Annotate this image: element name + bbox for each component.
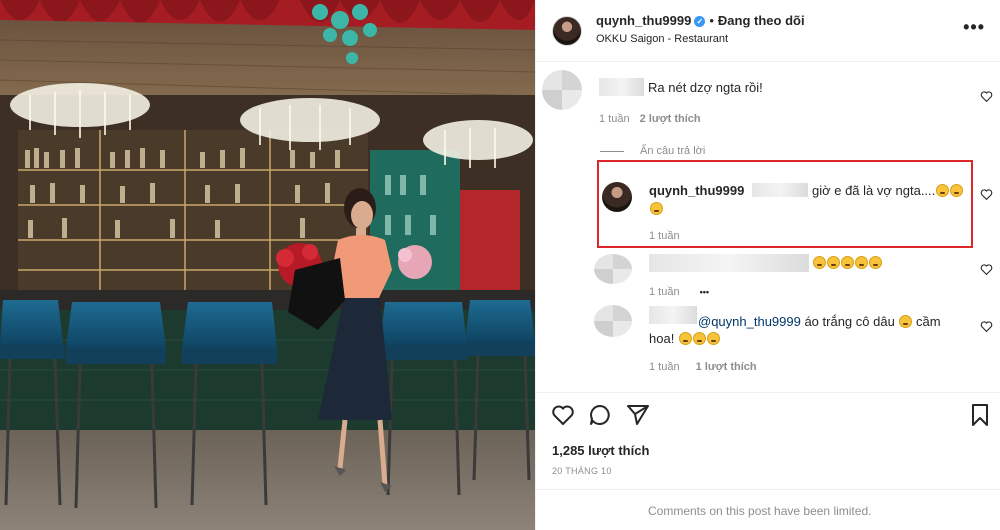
scream-emoji-icon xyxy=(827,256,840,269)
comments-limited-footer: Comments on this post have been limited. xyxy=(536,489,1000,530)
comment-time[interactable]: 1 tuần xyxy=(649,286,680,298)
like-heart-icon[interactable] xyxy=(980,263,993,276)
grinning-sweat-emoji-icon xyxy=(950,184,964,197)
author-username[interactable]: quynh_thu9999 xyxy=(596,13,691,28)
commenter-avatar-blurred[interactable] xyxy=(542,70,582,110)
scream-emoji-icon xyxy=(855,256,868,269)
scream-emoji-icon xyxy=(678,332,692,345)
comment-options-icon[interactable]: ••• xyxy=(700,287,709,297)
post-location[interactable]: OKKU Saigon - Restaurant xyxy=(596,33,728,45)
comment-meta: 1 tuần 1 lượt thích xyxy=(649,361,757,373)
reply-text: giờ e đã là vợ ngta.... xyxy=(811,183,936,198)
comment-likes[interactable]: 2 lượt thích xyxy=(640,113,701,125)
scream-emoji-icon xyxy=(706,332,720,345)
follow-status-button[interactable]: Đang theo dõi xyxy=(718,13,805,28)
comment-text-blurred xyxy=(649,254,809,272)
post-detail-panel: quynh_thu9999 ✓ • Đang theo dõi OKKU Saigon… xyxy=(535,0,1000,530)
commenter-username-blurred[interactable] xyxy=(649,306,697,324)
scream-emoji-icon xyxy=(692,332,706,345)
like-heart-icon[interactable] xyxy=(980,320,993,333)
commenter-avatar-blurred[interactable] xyxy=(594,305,632,337)
like-heart-icon[interactable] xyxy=(551,403,575,427)
likes-count[interactable]: 1,285 lượt thích xyxy=(552,443,649,458)
verified-badge-icon: ✓ xyxy=(694,16,706,27)
comments-list: Ra nét dzợ ngta rồi! 1 tuần 2 lượt thích … xyxy=(536,62,1000,392)
rolling-laugh-emoji-icon xyxy=(650,202,663,215)
like-heart-icon[interactable] xyxy=(980,90,993,103)
comment-bubble-icon[interactable] xyxy=(588,403,612,427)
emoji-row xyxy=(812,254,882,272)
post-header: quynh_thu9999 ✓ • Đang theo dõi OKKU Saigon… xyxy=(536,0,1000,62)
reply-comment-line2: hoa! xyxy=(649,330,720,348)
reply-comment: quynh_thu9999 giờ e đã là vợ ngta.... xyxy=(649,182,969,218)
reply-author-avatar[interactable] xyxy=(602,182,632,212)
reply-comment: @quynh_thu9999 áo trắng cô dâu cầm xyxy=(698,313,968,331)
bookmark-icon[interactable] xyxy=(968,403,992,427)
comment-meta: 1 tuần 2 lượt thích xyxy=(599,113,701,125)
share-paper-plane-icon[interactable] xyxy=(626,403,650,427)
like-heart-icon[interactable] xyxy=(980,188,993,201)
comment-text: cầm xyxy=(912,314,941,329)
scream-emoji-icon xyxy=(813,256,826,269)
reply-author-username[interactable]: quynh_thu9999 xyxy=(649,183,744,198)
scream-emoji-icon xyxy=(869,256,882,269)
separator-dot: • xyxy=(709,13,714,28)
author-line: quynh_thu9999 ✓ • Đang theo dõi xyxy=(596,13,805,28)
comment-text: Ra nét dzợ ngta rồi! xyxy=(648,80,763,95)
reply-time[interactable]: 1 tuần xyxy=(649,230,680,242)
comment-meta: 1 tuần ••• xyxy=(649,286,709,298)
author-avatar[interactable] xyxy=(552,16,582,46)
post-photo[interactable] xyxy=(0,0,535,530)
comment-time[interactable]: 1 tuần xyxy=(649,361,680,373)
hide-replies-link[interactable]: Ẩn câu trả lời xyxy=(600,145,705,157)
mention-blurred[interactable] xyxy=(751,183,808,197)
comments-limited-text: Comments on this post have been limited. xyxy=(648,504,872,518)
more-horizontal-icon[interactable]: ••• xyxy=(963,18,985,36)
restaurant-scene xyxy=(0,0,535,530)
post-actions-bar xyxy=(536,392,1000,437)
commenter-username-blurred[interactable] xyxy=(599,78,644,96)
comment-time[interactable]: 1 tuần xyxy=(599,113,630,125)
comment-text: hoa! xyxy=(649,331,678,346)
commenter-avatar-blurred[interactable] xyxy=(594,254,632,284)
post-date[interactable]: 20 THÁNG 10 xyxy=(552,466,612,476)
scream-emoji-icon xyxy=(899,315,913,328)
scream-emoji-icon xyxy=(841,256,854,269)
comment-text: áo trắng cô dâu xyxy=(800,314,899,329)
mention-link[interactable]: @quynh_thu9999 xyxy=(698,314,801,329)
grinning-sweat-emoji-icon xyxy=(936,184,950,197)
comment-likes[interactable]: 1 lượt thích xyxy=(696,361,757,373)
